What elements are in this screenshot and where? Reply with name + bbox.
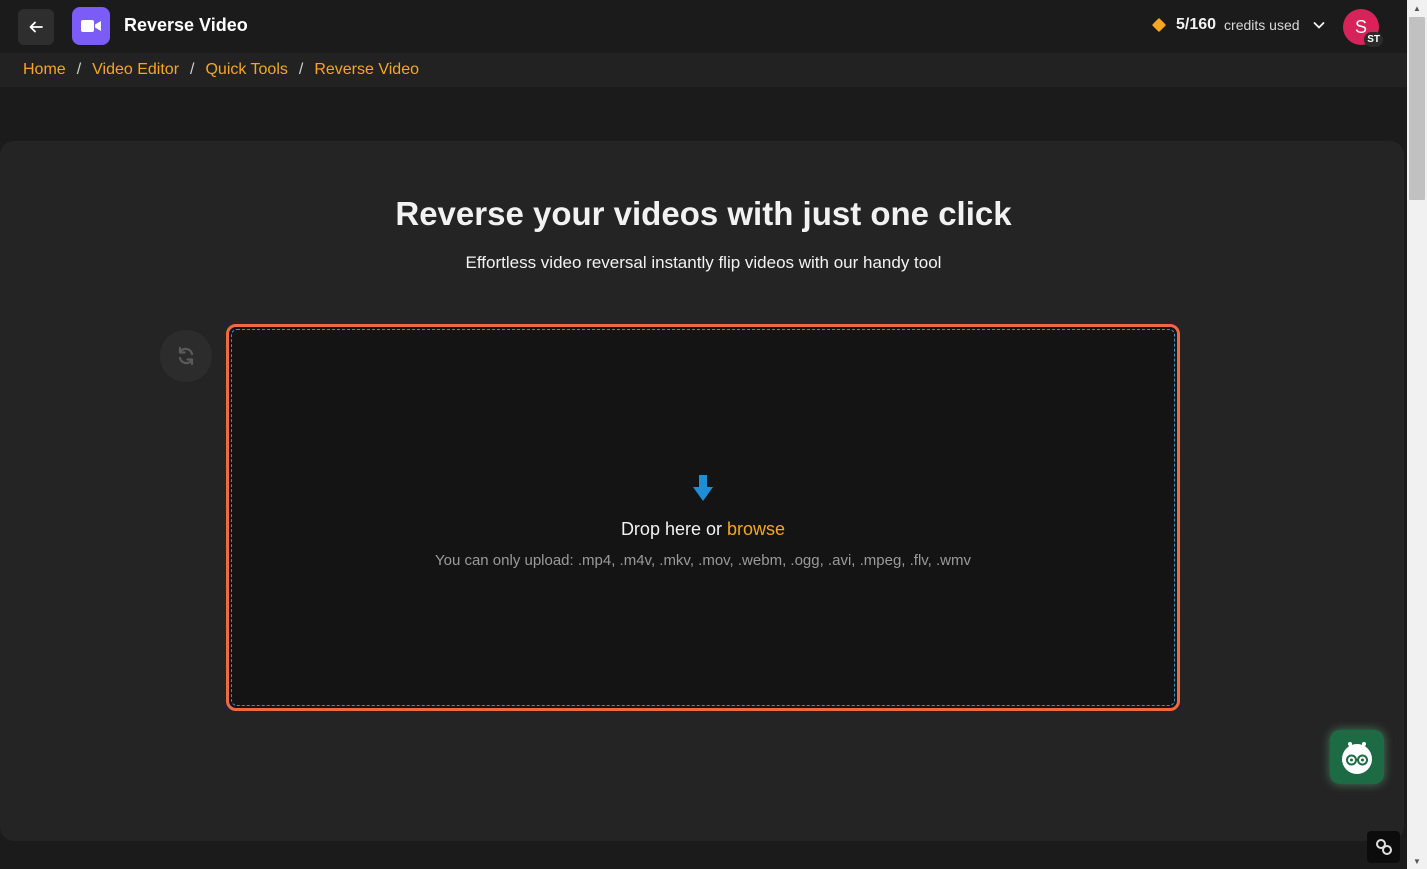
breadcrumb-home[interactable]: Home (23, 61, 66, 79)
scroll-up-icon[interactable]: ▲ (1407, 0, 1427, 16)
scrollbar-thumb[interactable] (1409, 17, 1425, 200)
scroll-down-icon[interactable]: ▼ (1407, 853, 1427, 869)
breadcrumb-video-editor[interactable]: Video Editor (92, 61, 179, 79)
link-button[interactable] (1367, 831, 1400, 863)
app-title: Reverse Video (124, 15, 248, 35)
avatar[interactable]: S ST (1343, 9, 1383, 47)
upload-dropzone[interactable]: Drop here or browse You can only upload:… (231, 329, 1175, 706)
back-button[interactable] (18, 9, 54, 45)
robot-icon (1342, 742, 1372, 774)
breadcrumb-separator: / (298, 61, 304, 78)
breadcrumb: Home / Video Editor / Quick Tools / Reve… (0, 53, 1407, 87)
browse-link[interactable]: browse (727, 519, 785, 539)
credits-label: credits used (1224, 17, 1300, 33)
avatar-initials: ST (1364, 32, 1383, 47)
dropzone-prompt: Drop here or browse (232, 519, 1174, 540)
link-icon (1375, 839, 1392, 855)
app-logo (72, 7, 110, 45)
dropzone-prompt-text: Drop here or (620, 519, 722, 539)
page-heading: Reverse your videos with just one click (395, 195, 1012, 232)
breadcrumb-separator: / (190, 61, 195, 78)
top-bar: Reverse Video 5/160 credits used S ST (0, 0, 1407, 53)
download-arrow-wrapper (232, 474, 1174, 502)
credits-dropdown[interactable]: 5/160 credits used (1151, 16, 1326, 34)
diamond-icon (1151, 17, 1167, 33)
page-subheading: Effortless video reversal instantly flip… (465, 253, 942, 272)
page-scrollbar[interactable]: ▲ ▼ (1407, 0, 1427, 869)
upload-dropzone-frame: Drop here or browse You can only upload:… (226, 324, 1180, 711)
breadcrumb-reverse-video[interactable]: Reverse Video (314, 61, 419, 79)
dropzone-hint: You can only upload: .mp4, .m4v, .mkv, .… (434, 552, 972, 569)
breadcrumb-quick-tools[interactable]: Quick Tools (205, 61, 287, 79)
breadcrumb-separator: / (76, 61, 82, 78)
download-arrow-icon (693, 475, 713, 501)
refresh-icon (178, 346, 194, 366)
assistant-bot-button[interactable] (1330, 730, 1384, 784)
video-camera-icon (81, 20, 101, 32)
back-arrow-icon (29, 21, 43, 33)
credits-count: 5/160 (1176, 16, 1217, 33)
refresh-button[interactable] (160, 330, 212, 382)
chevron-down-icon (1313, 22, 1324, 29)
